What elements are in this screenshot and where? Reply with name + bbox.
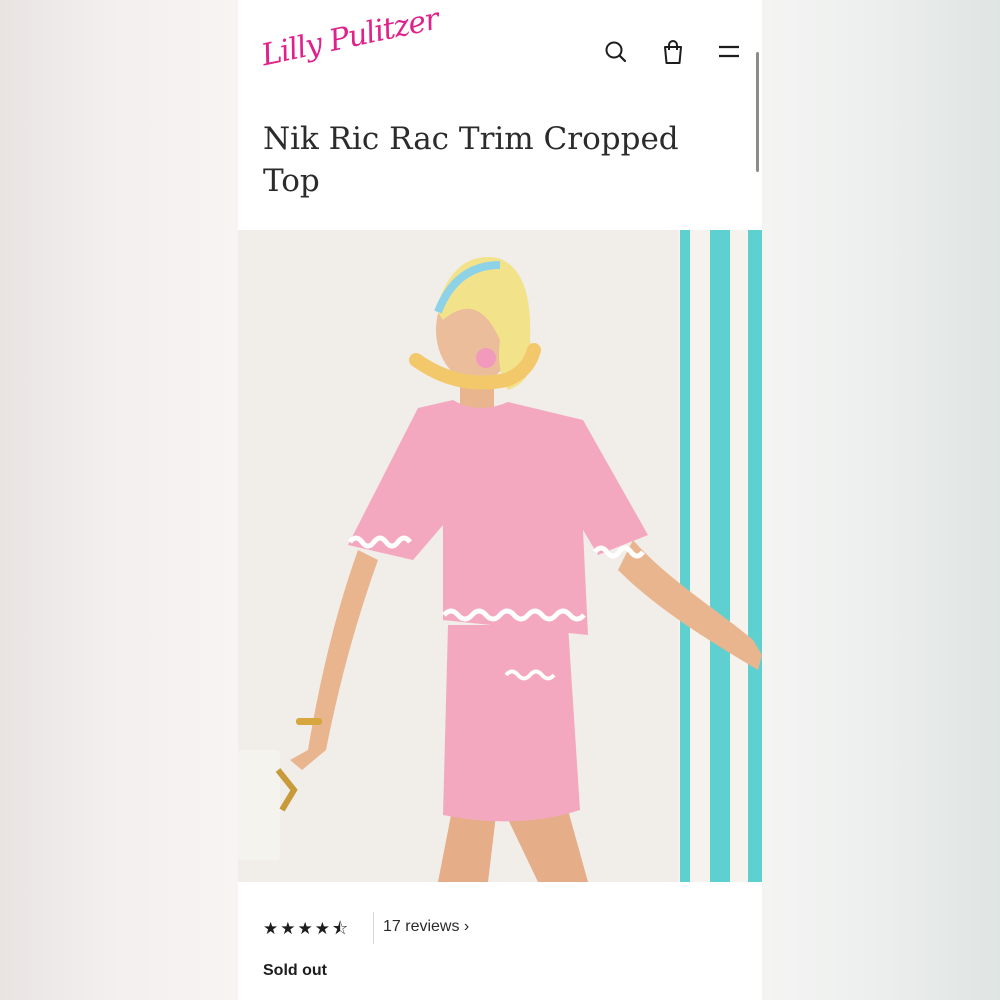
menu-icon[interactable] bbox=[715, 38, 743, 66]
reviews-link[interactable]: 17 reviews › bbox=[383, 918, 469, 936]
blurred-background-right bbox=[762, 0, 1000, 1000]
divider bbox=[373, 912, 374, 944]
site-header: Lilly Pulitzer bbox=[238, 0, 762, 100]
blurred-background-left bbox=[0, 0, 238, 1000]
shopping-bag-icon[interactable] bbox=[659, 38, 687, 66]
product-title: Nik Ric Rac Trim Cropped Top bbox=[263, 121, 679, 199]
reviews-row: ★★★★⯪ 17 reviews › bbox=[263, 912, 743, 945]
product-image[interactable] bbox=[238, 230, 762, 882]
rating-stars[interactable]: ★★★★⯪ bbox=[263, 916, 350, 945]
product-photo bbox=[238, 230, 762, 882]
brand-logo[interactable]: Lilly Pulitzer bbox=[258, 2, 441, 74]
scrollbar[interactable] bbox=[756, 52, 759, 172]
stock-status: Sold out bbox=[263, 962, 327, 979]
mobile-page: Lilly Pulitzer Nik Ric Rac Trim Cropped … bbox=[238, 0, 762, 1000]
search-icon[interactable] bbox=[602, 38, 630, 66]
